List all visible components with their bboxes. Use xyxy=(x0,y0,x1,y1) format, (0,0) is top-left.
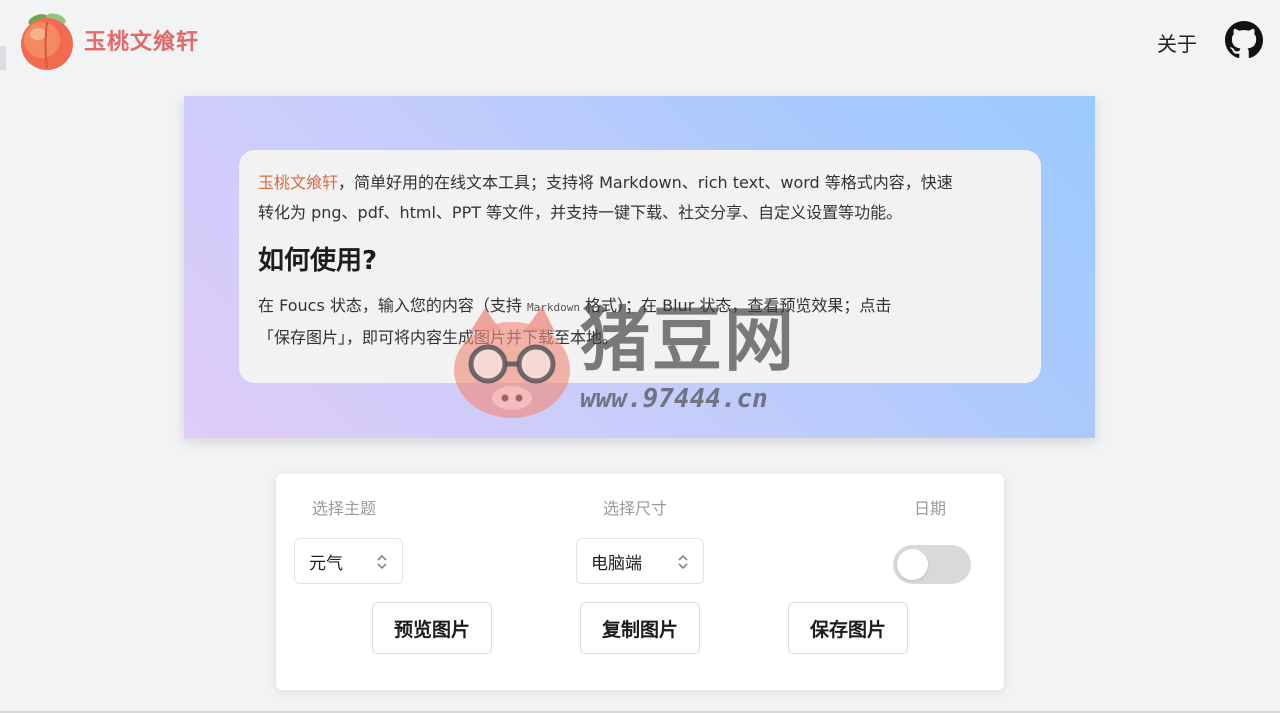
brand-logo-link[interactable]: 玉桃文飨轩 xyxy=(18,10,199,70)
top-header: 玉桃文飨轩 关于 xyxy=(0,0,1280,80)
intro-text: ，简单好用的在线文本工具；支持将 Markdown、rich text、word… xyxy=(338,173,953,192)
size-select[interactable]: 电脑端 xyxy=(576,538,704,584)
usage-line-1: 在 Foucs 状态，输入您的内容（支持 Markdown 格式）；在 Blur… xyxy=(258,291,1021,323)
usage-part1: 在 Foucs 状态，输入您的内容（支持 xyxy=(258,296,527,315)
intro-line-1: 玉桃文飨轩，简单好用的在线文本工具；支持将 Markdown、rich text… xyxy=(258,168,1021,198)
content-editor[interactable]: 玉桃文飨轩，简单好用的在线文本工具；支持将 Markdown、rich text… xyxy=(239,150,1041,383)
about-link[interactable]: 关于 xyxy=(1157,28,1197,57)
peach-icon xyxy=(21,13,73,70)
copy-image-button[interactable]: 复制图片 xyxy=(580,602,700,654)
chevron-up-down-icon xyxy=(377,554,387,570)
usage-line-2: 「保存图片」，即可将内容生成图片并下载至本地。 xyxy=(258,328,619,347)
date-label: 日期 xyxy=(914,499,947,518)
chevron-up-down-icon xyxy=(678,554,688,570)
left-edge-tab xyxy=(0,46,6,70)
theme-select[interactable]: 元气 xyxy=(294,538,403,584)
usage-part2: 格式）；在 Blur 状态，查看预览效果；点击 xyxy=(579,296,892,315)
save-image-button[interactable]: 保存图片 xyxy=(788,602,908,654)
brand-name: 玉桃文飨轩 xyxy=(84,30,200,55)
controls-panel: 选择主题 选择尺寸 日期 元气 电脑端 预览图片 复制图片 保存图片 xyxy=(276,474,1004,690)
theme-label: 选择主题 xyxy=(312,499,377,518)
usage-heading: 如何使用? xyxy=(258,246,378,276)
size-select-value: 电脑端 xyxy=(591,553,642,574)
size-label: 选择尺寸 xyxy=(603,499,668,518)
github-icon[interactable] xyxy=(1225,21,1263,59)
preview-image-button[interactable]: 预览图片 xyxy=(372,602,492,654)
usage-paragraph: 在 Foucs 状态，输入您的内容（支持 Markdown 格式）；在 Blur… xyxy=(258,291,1021,353)
usage-code: Markdown xyxy=(526,301,580,314)
intro-line-2: 转化为 png、pdf、html、PPT 等文件，并支持一键下载、社交分享、自定… xyxy=(258,203,903,222)
toggle-knob xyxy=(897,549,928,580)
date-toggle[interactable] xyxy=(893,545,971,584)
preview-card: 玉桃文飨轩，简单好用的在线文本工具；支持将 Markdown、rich text… xyxy=(184,96,1095,438)
theme-select-value: 元气 xyxy=(309,553,343,574)
intro-brand: 玉桃文飨轩 xyxy=(258,173,339,192)
